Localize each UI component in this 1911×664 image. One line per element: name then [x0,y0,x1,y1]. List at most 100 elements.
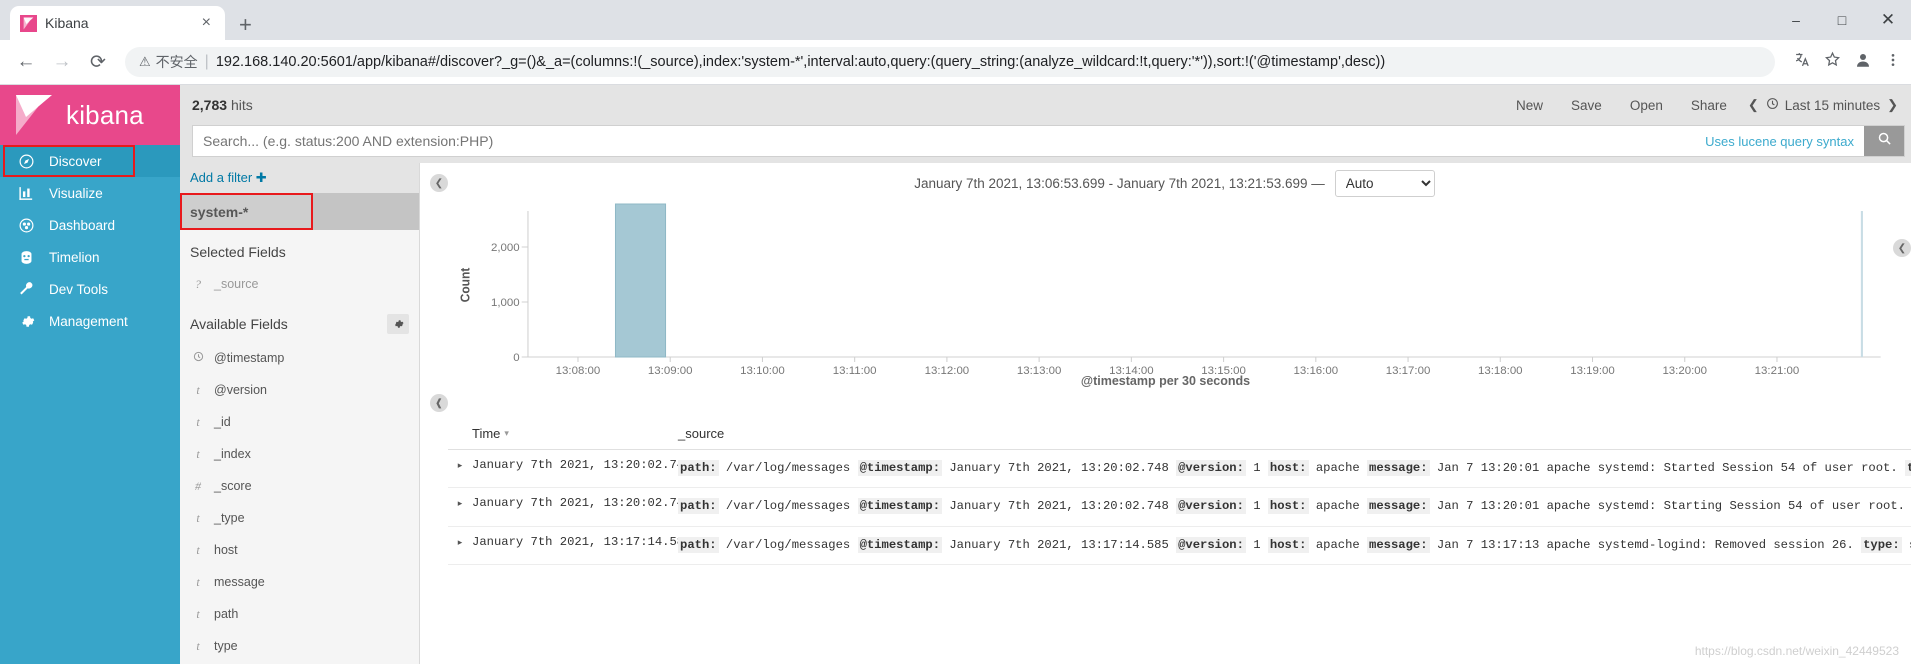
save-button[interactable]: Save [1557,98,1616,113]
index-pattern-selector[interactable]: system-* [180,193,419,230]
field-type-icon: t [196,446,200,461]
sidebar-item-dev-tools[interactable]: Dev Tools [0,273,180,305]
sidebar-item-discover[interactable]: Discover [0,145,180,177]
field-name: @timestamp [214,351,285,365]
field-item-timestamp[interactable]: @timestamp [180,342,419,374]
available-fields-label: Available Fields [190,316,288,332]
kibana-favicon-icon [20,14,37,32]
field-item-id[interactable]: t _id [180,406,419,438]
share-button[interactable]: Share [1677,98,1741,113]
omnibox-separator: | [204,53,209,70]
field-value: apache [1315,537,1360,552]
field-name: _index [214,447,251,461]
sort-caret-icon: ▾ [504,428,509,438]
window-maximize-button[interactable]: □ [1819,0,1865,40]
search-icon [1877,131,1892,151]
field-item-index[interactable]: t _index [180,438,419,470]
field-item-host[interactable]: t host [180,534,419,566]
time-next-icon[interactable]: ❯ [1880,97,1905,113]
field-value: January 7th 2021, 13:17:14.585 [949,537,1169,552]
row-expand-icon[interactable]: ▸ [448,458,472,479]
add-filter-button[interactable]: Add a filter ✚ [190,170,267,186]
field-value: /var/log/messages [725,537,851,552]
translate-icon[interactable] [1794,51,1811,73]
forward-icon[interactable]: → [46,46,78,78]
query-bar: Uses lucene query syntax [180,125,1911,163]
browser-tabstrip: Kibana × + – □ ✕ [0,0,1911,40]
row-expand-icon[interactable]: ▸ [448,535,472,556]
table-row[interactable]: ▸ January 7th 2021, 13:20:02.748 path: /… [448,488,1911,527]
field-settings-gear-icon[interactable] [387,314,409,334]
sidebar-item-management[interactable]: Management [0,305,180,337]
xtick-label: 13:13:00 [1017,365,1062,377]
field-name: path [214,607,239,621]
open-button[interactable]: Open [1616,98,1677,113]
field-type-icon: ? [195,276,201,291]
address-bar[interactable]: ⚠ 不安全 | 192.168.140.20:5601/app/kibana#/… [125,47,1775,77]
search-input[interactable] [193,126,1696,156]
lucene-syntax-link[interactable]: Uses lucene query syntax [1695,126,1864,156]
field-key: path: [678,498,719,515]
kebab-menu-icon[interactable] [1885,52,1901,73]
field-type-icon: t [196,606,200,621]
column-header-time[interactable]: Time ▾ [448,426,670,441]
field-value: apache [1315,499,1360,514]
tab-close-icon[interactable]: × [198,15,215,31]
field-value: /var/log/messages [725,499,851,514]
compass-icon [16,153,36,170]
field-item-score[interactable]: # _score [180,470,419,502]
wrench-icon [16,281,36,298]
field-value: 1 [1253,499,1261,514]
histogram-bar[interactable] [614,203,667,358]
add-filter-label: Add a filter [190,170,253,185]
chart-time-range-label: January 7th 2021, 13:06:53.699 - January… [914,175,1325,191]
back-icon[interactable]: ← [10,46,42,78]
chart-collapse-row: ❰ [420,388,1911,418]
browser-tab[interactable]: Kibana × [10,6,225,40]
reload-icon[interactable]: ⟳ [82,46,114,78]
new-tab-button[interactable]: + [239,14,252,36]
available-fields-title: Available Fields [180,300,419,342]
collapse-right-icon[interactable]: ❮ [1893,239,1911,257]
interval-select[interactable]: Auto [1334,169,1435,197]
filter-bar: Add a filter ✚ [180,163,419,193]
bookmark-star-icon[interactable] [1824,51,1841,73]
row-expand-icon[interactable]: ▸ [448,496,472,517]
window-close-button[interactable]: ✕ [1865,0,1911,40]
field-type-icon: t [196,510,200,525]
row-source: path: /var/log/messages @timestamp: Janu… [670,458,1911,479]
profile-icon[interactable] [1854,51,1872,74]
field-key: message: [1367,498,1430,515]
field-item-message[interactable]: t message [180,566,419,598]
field-item-type[interactable]: t type [180,630,419,662]
field-type-icon [192,351,204,366]
field-key: @version: [1176,536,1246,553]
sidebar-item-dashboard[interactable]: Dashboard [0,209,180,241]
collapse-sidebar-icon[interactable]: ❮ [430,174,448,192]
field-item-source[interactable]: ? _source [180,268,419,300]
field-key: @timestamp: [857,498,943,515]
discover-content: Add a filter ✚ system-* Selected Fields … [180,163,1911,664]
field-item-path[interactable]: t path [180,598,419,630]
not-secure-indicator[interactable]: ⚠ 不安全 [139,52,198,72]
row-time: January 7th 2021, 13:20:02.748 [472,458,692,472]
field-key: type: [1904,460,1911,476]
global-nav-sidebar: kibana Discover Visualize Dashboard Time… [0,85,180,664]
time-prev-icon[interactable]: ❮ [1741,97,1766,113]
sidebar-item-timelion[interactable]: Timelion [0,241,180,273]
field-item-version[interactable]: t @version [180,374,419,406]
time-picker-button[interactable]: Last 15 minutes [1766,97,1880,113]
table-row[interactable]: ▸ January 7th 2021, 13:20:02.748 path: /… [448,450,1911,489]
sidebar-item-visualize[interactable]: Visualize [0,177,180,209]
search-submit-button[interactable] [1864,126,1904,156]
field-item-type-meta[interactable]: t _type [180,502,419,534]
xtick-label: 13:18:00 [1478,365,1523,377]
new-button[interactable]: New [1502,98,1557,113]
collapse-chart-icon[interactable]: ❰ [430,394,448,412]
field-value: /var/log/messages [725,461,851,475]
table-row[interactable]: ▸ January 7th 2021, 13:17:14.585 path: /… [448,527,1911,566]
kibana-logo[interactable]: kibana [0,85,180,145]
field-key: @timestamp: [857,460,943,476]
window-minimize-button[interactable]: – [1773,0,1819,40]
histogram-chart[interactable]: 2,000 1,000 0 Count 13:08:00 13:09:00 13… [420,203,1911,378]
